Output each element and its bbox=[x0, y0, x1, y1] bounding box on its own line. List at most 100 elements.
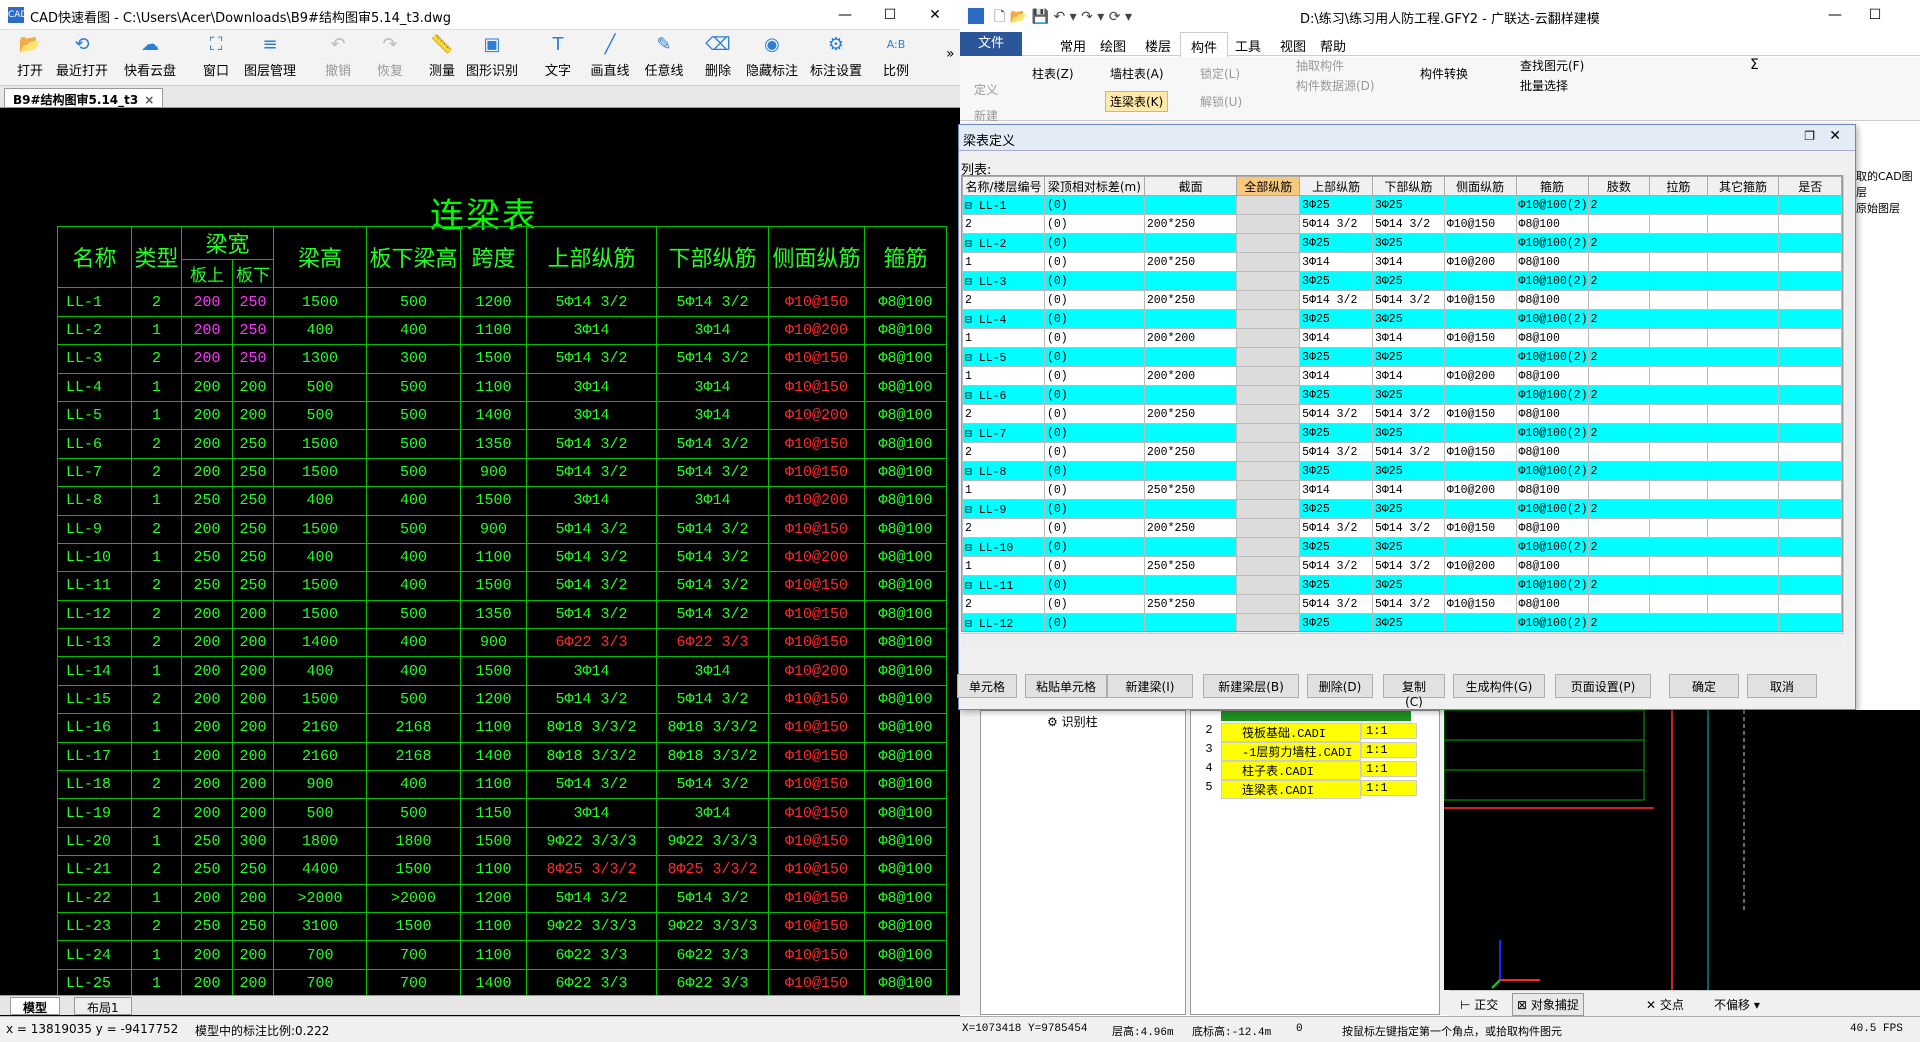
grid-cell[interactable] bbox=[1778, 499, 1842, 519]
grid-cell[interactable]: Φ8@100 bbox=[1515, 328, 1589, 348]
intersect-toggle[interactable]: ✕ 交点 bbox=[1646, 996, 1684, 1013]
ribbon-unlock[interactable]: 解锁(U) bbox=[1200, 93, 1242, 110]
grid-cell[interactable]: Φ10@150 bbox=[1443, 214, 1517, 234]
grid-cell[interactable] bbox=[1236, 233, 1301, 253]
grid-cell[interactable]: 200*250 bbox=[1143, 518, 1238, 538]
grid-cell[interactable]: 5Φ14 3/2 bbox=[1299, 290, 1373, 310]
grid-cell[interactable] bbox=[1778, 214, 1842, 234]
grid-cell[interactable]: 5Φ14 3/2 bbox=[1371, 594, 1445, 614]
grid-row[interactable]: ⊟ LL-9 (0) 3Φ25 3Φ25 Φ10@100(2) 2 bbox=[962, 499, 1842, 519]
grid-cell[interactable] bbox=[1236, 328, 1301, 348]
grid-cell[interactable] bbox=[1706, 442, 1780, 462]
grid-cell[interactable] bbox=[1778, 575, 1842, 595]
grid-cell[interactable]: Φ10@100(2) bbox=[1515, 309, 1589, 329]
grid-cell[interactable] bbox=[1778, 195, 1842, 215]
grid-cell[interactable]: 5Φ14 3/2 bbox=[1299, 556, 1373, 576]
grid-cell[interactable]: 3Φ25 bbox=[1299, 575, 1373, 595]
grid-cell[interactable] bbox=[1706, 613, 1780, 631]
grid-cell[interactable] bbox=[1236, 461, 1301, 481]
grid-header[interactable]: 下部纵筋 bbox=[1371, 176, 1445, 196]
toolbar-redo-button[interactable]: ↷ 恢复 bbox=[360, 34, 420, 79]
grid-cell[interactable] bbox=[1778, 366, 1842, 386]
grid-cell[interactable]: Φ8@100 bbox=[1515, 594, 1589, 614]
grid-cell[interactable] bbox=[1236, 252, 1301, 272]
grid-cell[interactable] bbox=[1587, 328, 1651, 348]
grid-cell[interactable]: Φ10@200 bbox=[1443, 480, 1517, 500]
grid-cell[interactable] bbox=[1706, 480, 1780, 500]
toolbar-overflow-icon[interactable]: » bbox=[946, 46, 955, 62]
grid-cell[interactable] bbox=[1443, 613, 1517, 631]
grid-row[interactable]: 2 (0) 200*250 5Φ14 3/2 5Φ14 3/2 Φ10@150 Φ8@100 bbox=[962, 442, 1842, 462]
grid-cell[interactable] bbox=[1236, 575, 1301, 595]
grid-cell[interactable]: 250*250 bbox=[1143, 594, 1238, 614]
ribbon-column-table[interactable]: 柱表(Z) bbox=[1032, 65, 1074, 82]
menu-3[interactable]: 楼层 bbox=[1145, 36, 1171, 55]
grid-cell[interactable]: 2 bbox=[962, 518, 1045, 538]
grid-cell[interactable] bbox=[1778, 594, 1842, 614]
grid-cell[interactable]: Φ8@100 bbox=[1515, 480, 1589, 500]
cad-preview-canvas[interactable] bbox=[1443, 709, 1920, 990]
grid-cell[interactable]: (0) bbox=[1043, 366, 1145, 386]
grid-cell[interactable] bbox=[1649, 252, 1708, 272]
ribbon-batch-select[interactable]: 批量选择 bbox=[1520, 77, 1568, 94]
grid-cell[interactable]: (0) bbox=[1043, 461, 1145, 481]
grid-cell[interactable] bbox=[1778, 556, 1842, 576]
grid-cell[interactable] bbox=[1706, 252, 1780, 272]
dialog-button-3[interactable]: 新建梁层(B) bbox=[1203, 674, 1299, 698]
grid-header[interactable]: 侧面纵筋 bbox=[1443, 176, 1517, 196]
maximize-icon[interactable]: ☐ bbox=[875, 4, 905, 26]
grid-cell[interactable] bbox=[1236, 271, 1301, 291]
grid-cell[interactable]: 3Φ14 bbox=[1371, 252, 1445, 272]
grid-cell[interactable] bbox=[1778, 271, 1842, 291]
grid-cell[interactable]: 3Φ25 bbox=[1299, 461, 1373, 481]
grid-cell[interactable]: 3Φ25 bbox=[1299, 347, 1373, 367]
grid-cell[interactable] bbox=[1649, 480, 1708, 500]
dialog-button-2[interactable]: 新建梁(I) bbox=[1107, 674, 1193, 698]
grid-cell[interactable]: Φ8@100 bbox=[1515, 252, 1589, 272]
grid-header[interactable]: 是否 bbox=[1778, 176, 1842, 196]
grid-cell[interactable] bbox=[1706, 328, 1780, 348]
grid-cell[interactable]: 2 bbox=[962, 442, 1045, 462]
grid-cell[interactable]: Φ10@200 bbox=[1443, 366, 1517, 386]
grid-cell[interactable] bbox=[1443, 461, 1517, 481]
grid-cell[interactable]: (0) bbox=[1043, 442, 1145, 462]
grid-cell[interactable]: 3Φ25 bbox=[1371, 271, 1445, 291]
toolbar-line-button[interactable]: ╱ 画直线 bbox=[580, 34, 640, 79]
grid-cell[interactable] bbox=[1236, 309, 1301, 329]
grid-cell[interactable]: 1 bbox=[962, 366, 1045, 386]
grid-cell[interactable]: 250*250 bbox=[1143, 556, 1238, 576]
grid-cell[interactable]: Φ10@150 bbox=[1443, 328, 1517, 348]
grid-cell[interactable] bbox=[1236, 442, 1301, 462]
grid-row[interactable]: 1 (0) 200*200 3Φ14 3Φ14 Φ10@200 Φ8@100 bbox=[962, 366, 1842, 386]
grid-cell[interactable]: (0) bbox=[1043, 290, 1145, 310]
grid-cell[interactable]: 3Φ25 bbox=[1371, 575, 1445, 595]
grid-cell[interactable] bbox=[1443, 347, 1517, 367]
grid-row[interactable]: ⊟ LL-10 (0) 3Φ25 3Φ25 Φ10@100(2) 2 bbox=[962, 537, 1842, 557]
grid-cell[interactable]: 2 bbox=[1587, 271, 1651, 291]
grid-cell[interactable] bbox=[1236, 347, 1301, 367]
grid-cell[interactable]: 2 bbox=[1587, 347, 1651, 367]
grid-cell[interactable] bbox=[1706, 366, 1780, 386]
grid-cell[interactable]: Φ10@150 bbox=[1443, 404, 1517, 424]
grid-cell[interactable] bbox=[1587, 404, 1651, 424]
grid-cell[interactable] bbox=[1143, 613, 1238, 631]
grid-cell[interactable]: 3Φ25 bbox=[1371, 613, 1445, 631]
quick-access-icons[interactable]: 🗋 📂 💾 ↶ ▾ ↷ ▾ ⟳ ▾ bbox=[994, 6, 1132, 30]
grid-cell[interactable] bbox=[1443, 233, 1517, 253]
grid-cell[interactable] bbox=[1143, 385, 1238, 405]
grid-cell[interactable]: (0) bbox=[1043, 518, 1145, 538]
grid-cell[interactable]: Φ10@100(2) bbox=[1515, 195, 1589, 215]
grid-cell[interactable]: 5Φ14 3/2 bbox=[1299, 442, 1373, 462]
grid-cell[interactable]: 2 bbox=[1587, 385, 1651, 405]
grid-cell[interactable]: 2 bbox=[962, 404, 1045, 424]
grid-cell[interactable] bbox=[1778, 252, 1842, 272]
grid-row[interactable]: 2 (0) 200*250 5Φ14 3/2 5Φ14 3/2 Φ10@150 Φ8@100 bbox=[962, 518, 1842, 538]
grid-header[interactable]: 截面 bbox=[1143, 176, 1238, 196]
grid-cell[interactable]: 5Φ14 3/2 bbox=[1371, 556, 1445, 576]
grid-row[interactable]: ⊟ LL-3 (0) 3Φ25 3Φ25 Φ10@100(2) 2 bbox=[962, 271, 1842, 291]
grid-cell[interactable]: (0) bbox=[1043, 613, 1145, 631]
grid-cell[interactable]: ⊟ LL-6 bbox=[962, 385, 1045, 405]
grid-row[interactable]: 1 (0) 200*200 3Φ14 3Φ14 Φ10@150 Φ8@100 bbox=[962, 328, 1842, 348]
grid-cell[interactable]: Φ8@100 bbox=[1515, 290, 1589, 310]
grid-cell[interactable]: 5Φ14 3/2 bbox=[1299, 404, 1373, 424]
